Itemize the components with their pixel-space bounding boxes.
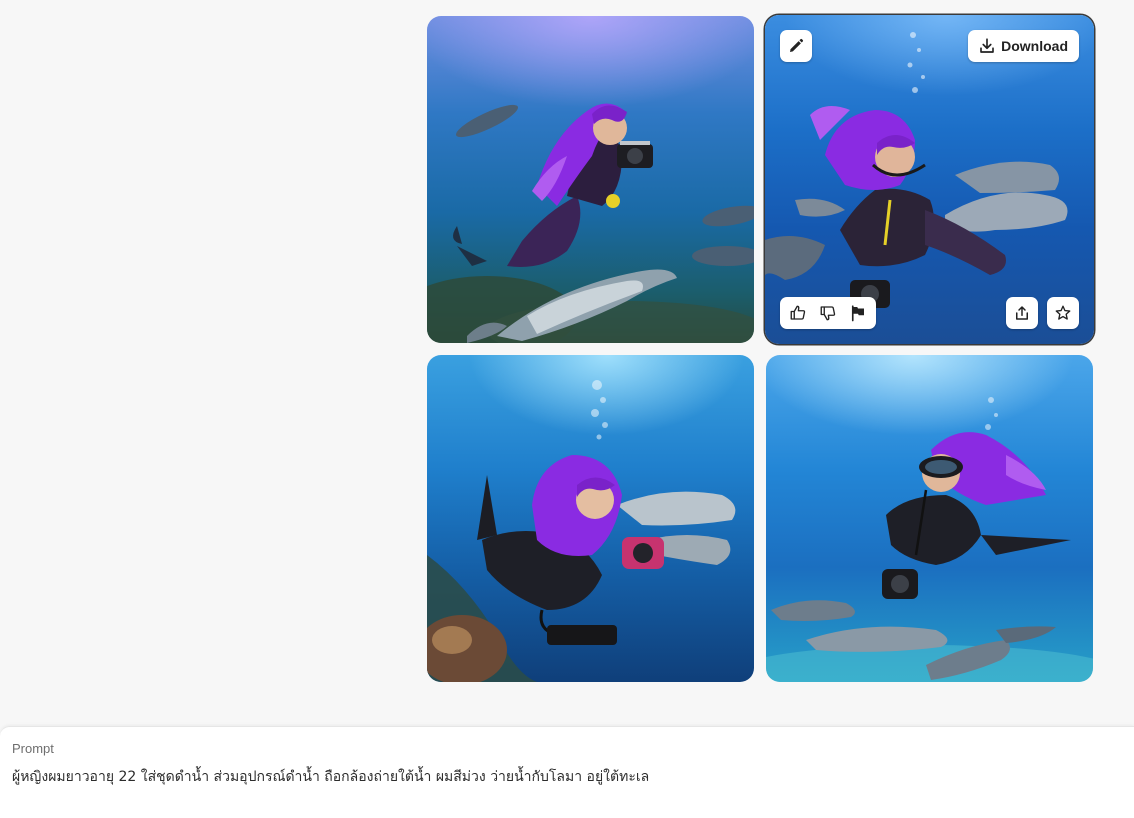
report-button[interactable] bbox=[843, 297, 873, 329]
generated-image-1[interactable] bbox=[427, 16, 754, 343]
share-icon bbox=[1016, 306, 1028, 320]
prompt-label: Prompt bbox=[12, 741, 54, 756]
download-icon bbox=[980, 38, 994, 53]
generated-image-2[interactable]: Download bbox=[765, 15, 1094, 344]
feedback-toolbar bbox=[780, 297, 876, 329]
prompt-text[interactable]: ผู้หญิงผมยาวอายุ 22 ใส่ชุดดำน้ำ ส่วมอุปก… bbox=[12, 766, 649, 788]
thumbs-down-icon bbox=[820, 306, 836, 321]
star-icon bbox=[1055, 305, 1071, 320]
diver-with-dolphins-illustration bbox=[765, 32, 1068, 308]
favorite-button[interactable] bbox=[1047, 297, 1079, 329]
share-button[interactable] bbox=[1006, 297, 1038, 329]
diver-with-dolphins-illustration bbox=[427, 103, 754, 343]
download-button[interactable]: Download bbox=[968, 30, 1079, 62]
prompt-panel: Prompt ผู้หญิงผมยาวอายุ 22 ใส่ชุดดำน้ำ ส… bbox=[0, 726, 1134, 818]
thumbs-up-icon bbox=[790, 305, 806, 320]
download-label: Download bbox=[1001, 38, 1068, 54]
like-button[interactable] bbox=[783, 297, 813, 329]
image-grid: Download bbox=[427, 15, 1094, 682]
diver-with-dolphins-illustration bbox=[427, 380, 736, 682]
flag-icon bbox=[851, 305, 864, 322]
edit-button[interactable] bbox=[780, 30, 812, 62]
generated-image-4[interactable] bbox=[766, 355, 1093, 682]
diver-with-dolphins-illustration bbox=[766, 397, 1093, 682]
pencil-icon bbox=[790, 38, 804, 52]
dislike-button[interactable] bbox=[813, 297, 843, 329]
generated-image-3[interactable] bbox=[427, 355, 754, 682]
